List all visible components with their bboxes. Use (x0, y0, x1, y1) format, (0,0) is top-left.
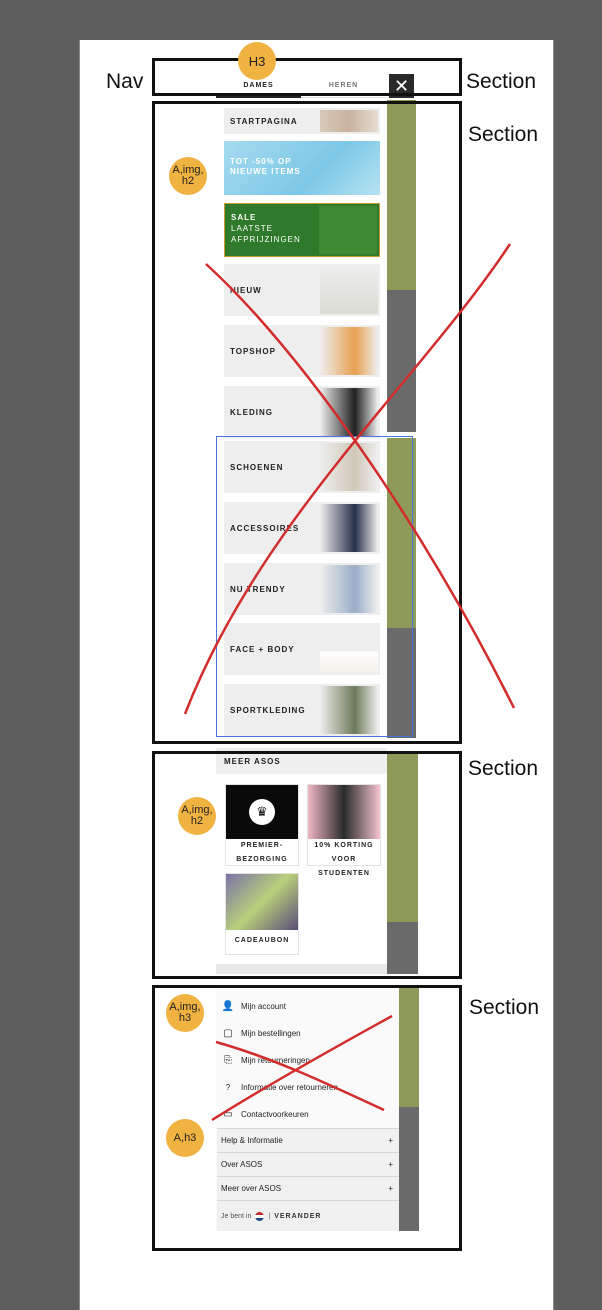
annotation-section-1: Section (466, 70, 537, 93)
annotation-badge-h3: H3 (238, 42, 276, 80)
annotation-section-3: Section (468, 757, 539, 780)
annotation-badge-a-img-h3: A,img, h3 (166, 994, 204, 1032)
annotation-badge-a-img-h2: A,img, h2 (178, 797, 216, 835)
cross-out-lines (183, 243, 516, 1122)
annotation-section-2: Section (468, 123, 539, 146)
annotation-badge-a-h3: A,h3 (166, 1119, 204, 1157)
annotation-nav: Nav (106, 70, 144, 93)
annotation-badge-a-img-h2: A,img, h2 (169, 157, 207, 195)
annotation-section-4: Section (469, 996, 540, 1019)
